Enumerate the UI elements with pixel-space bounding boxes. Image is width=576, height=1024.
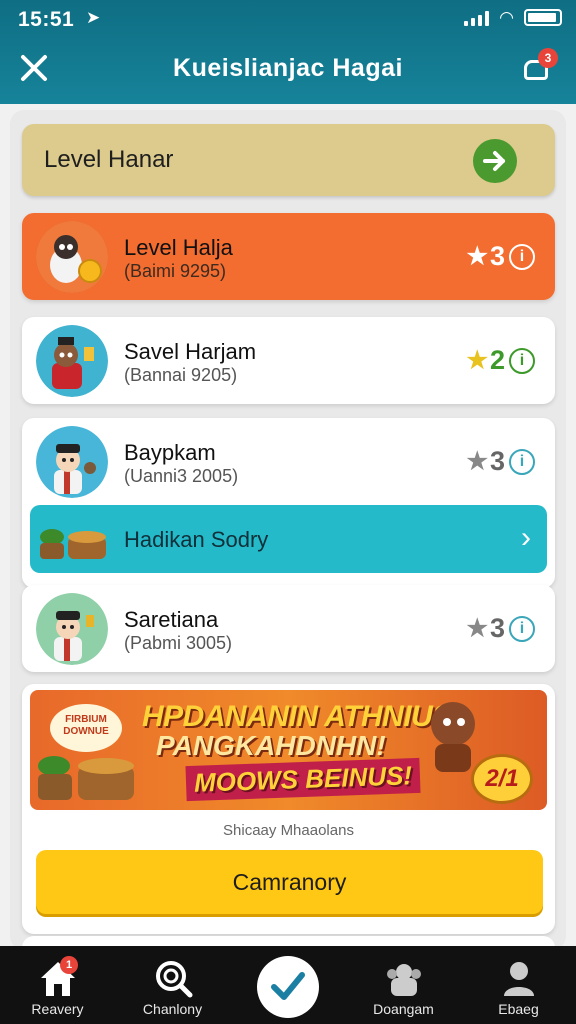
promo-bonus-label: MOOWS BEINUS!: [185, 757, 421, 802]
score-value: 3: [489, 241, 505, 271]
list-item[interactable]: Savel Harjam (Bannai 9205) ★ 2 i: [22, 317, 555, 404]
star-icon: ★: [466, 448, 488, 475]
item-subtitle: (Baimi 9295): [124, 261, 227, 281]
profile-icon: [504, 962, 534, 996]
tab-label: Doangam: [373, 1001, 434, 1017]
item-subtitle: (Pabmi 3005): [124, 633, 233, 653]
group-icon: [387, 964, 421, 996]
notification-badge: 3: [538, 48, 558, 68]
tab-group[interactable]: Doangam: [346, 946, 461, 1024]
status-bar: 15:51 ➤ ◠: [0, 0, 576, 38]
level-banner-label: Level Hanar: [44, 146, 174, 173]
page-title: Kueislianjac Hagai: [173, 54, 403, 82]
arrow-right-icon: [483, 151, 505, 171]
center-action-button[interactable]: [257, 956, 319, 1018]
main-content: Level Hanar Level Halja (Baimi 9295) ★ 3…: [0, 104, 576, 946]
score-value: 2: [489, 345, 505, 375]
item-subtitle: (Uanni3 2005): [124, 466, 239, 486]
star-icon: ★: [466, 615, 488, 642]
list-item[interactable]: Level Halja (Baimi 9295) ★ 3 i: [22, 213, 555, 300]
info-icon[interactable]: i: [509, 347, 535, 374]
location-icon: ➤: [86, 8, 101, 27]
info-icon[interactable]: i: [509, 615, 535, 642]
avatar: [36, 593, 108, 665]
item-name: Savel Harjam: [124, 339, 257, 364]
info-icon[interactable]: i: [509, 448, 535, 475]
level-banner[interactable]: Level Hanar: [22, 124, 555, 196]
item-score: ★ 3 i: [466, 613, 535, 644]
notification-button[interactable]: 3: [520, 48, 558, 86]
tab-profile[interactable]: Ebaeg: [461, 946, 576, 1024]
tab-search[interactable]: Chanlony: [115, 946, 230, 1024]
status-icons: ◠: [464, 9, 562, 26]
list-item[interactable]: Saretiana (Pabmi 3005) ★ 3 i: [22, 585, 555, 672]
star-icon: ★: [466, 347, 488, 374]
avatar: [36, 221, 108, 293]
status-time: 15:51: [18, 8, 75, 31]
category-bar[interactable]: Hadikan Sodry ›: [30, 505, 547, 573]
item-score: ★ 2 i: [466, 345, 535, 376]
item-name: Saretiana: [124, 607, 219, 632]
pots-icon: [38, 756, 134, 800]
promo-caption: Shicaay Mhaaolans: [223, 822, 354, 839]
tab-home[interactable]: 1 Reavery: [0, 946, 115, 1024]
app-header: 15:51 ➤ ◠ Kueislianjac Hagai 3: [0, 0, 576, 104]
promo-button[interactable]: Camranory: [36, 850, 543, 914]
signal-icon: [464, 10, 490, 26]
item-score: ★ 3 i: [466, 446, 535, 477]
tab-label: Chanlony: [142, 1001, 203, 1017]
promo-banner[interactable]: FIRBIUM DOWNUE HPDANANIN ATHNIUS PANGKAH…: [30, 690, 547, 810]
pots-icon: [40, 529, 106, 559]
wifi-icon: ◠: [499, 7, 514, 27]
check-icon: [271, 972, 305, 1000]
item-score: ★ 3 i: [466, 241, 535, 272]
list-item: [22, 936, 555, 946]
promo-headline: HPDANANIN ATHNIUS: [142, 700, 452, 733]
battery-icon: [524, 9, 562, 26]
item-name: Level Halja: [124, 235, 233, 260]
avatar: [36, 426, 108, 498]
tab-label: Ebaeg: [498, 1001, 539, 1017]
tab-home-badge: 1: [60, 956, 78, 974]
promo-subheadline: PANGKAHDNHN!: [156, 730, 386, 761]
star-icon: ★: [466, 243, 488, 270]
item-subtitle: (Bannai 9205): [124, 365, 238, 385]
category-bar-label: Hadikan Sodry: [124, 527, 269, 552]
tab-bar: 1 Reavery Chanlony Doangam Ebaeg: [0, 946, 576, 1024]
info-icon[interactable]: i: [509, 243, 535, 270]
chevron-right-icon[interactable]: ›: [521, 521, 531, 555]
item-name: Baypkam: [124, 440, 216, 465]
avatar: [36, 325, 108, 397]
tab-label: Reavery: [31, 1001, 84, 1017]
score-value: 3: [489, 613, 505, 643]
score-value: 3: [489, 446, 505, 476]
level-go-button[interactable]: [473, 139, 517, 183]
promo-badge: 2/1: [471, 754, 533, 804]
search-icon: [156, 961, 193, 998]
promo-card: FIRBIUM DOWNUE HPDANANIN ATHNIUS PANGKAH…: [22, 684, 555, 934]
